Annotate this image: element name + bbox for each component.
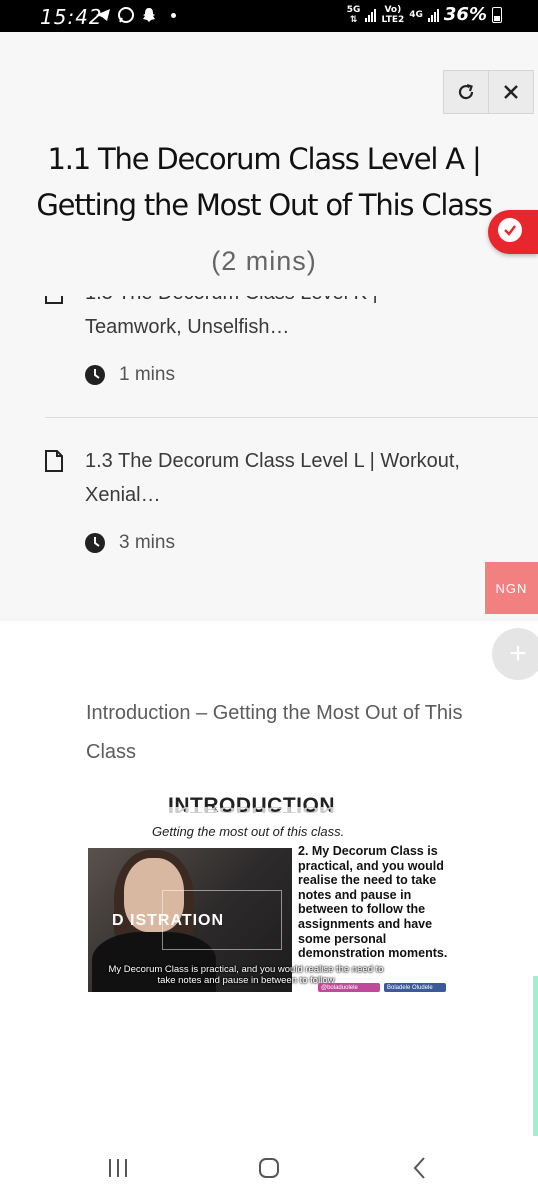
lesson-title-k-cont: Teamwork, Unselfish… xyxy=(85,316,290,338)
battery-percent: 36% xyxy=(443,4,487,25)
lesson-item-k[interactable]: 1.3 The Decorum Class Level K | Teamwork… xyxy=(45,296,538,396)
back-icon xyxy=(413,1157,425,1179)
5g-indicator: 5G ⇅ xyxy=(346,4,361,25)
telegram-icon xyxy=(96,9,110,21)
reload-button[interactable] xyxy=(443,70,489,114)
reload-icon xyxy=(458,83,474,100)
lesson-list: 1.3 The Decorum Class Level K | Teamwork… xyxy=(0,296,538,621)
snapchat-icon xyxy=(143,8,155,22)
navigation-bar xyxy=(0,1136,538,1200)
whatsapp-icon xyxy=(118,7,134,23)
lesson-title-l: 1.3 The Decorum Class Level L | Workout,… xyxy=(85,450,460,506)
lesson-header: 1.1 The Decorum Class Level A | Getting … xyxy=(0,32,538,296)
signal-bars-icon xyxy=(365,8,377,22)
thumbnail-title-reflection: INTRODUCTION xyxy=(168,804,335,814)
close-button[interactable] xyxy=(488,70,534,114)
intro-heading: Introduction – Getting the Most Out of T… xyxy=(86,702,463,763)
lesson-item-l[interactable]: 1.3 The Decorum Class Level L | Workout,… xyxy=(45,444,538,564)
lesson-title-k: 1.3 The Decorum Class Level K | xyxy=(85,296,378,310)
document-icon xyxy=(45,450,63,472)
checkmark-icon xyxy=(498,218,522,242)
battery-icon xyxy=(492,6,502,23)
lesson-duration-l: 3 mins xyxy=(85,532,175,554)
system-status: 5G ⇅ Vo) LTE2 4G 36% xyxy=(347,4,502,25)
currency-tab[interactable]: NGN xyxy=(485,562,538,614)
close-icon xyxy=(504,85,518,99)
instagram-handle: @boladuolele xyxy=(318,983,380,992)
recent-apps-button[interactable] xyxy=(103,1154,133,1182)
lesson-title: 1.1 The Decorum Class Level A | Getting … xyxy=(36,142,493,222)
thumbnail-point-text: 2. My Decorum Class is practical, and yo… xyxy=(298,844,448,961)
mark-complete-button[interactable] xyxy=(488,210,538,254)
plus-button[interactable]: + xyxy=(492,628,538,680)
plus-icon: + xyxy=(509,637,527,670)
divider xyxy=(45,417,538,418)
clock-icon xyxy=(85,365,105,385)
facebook-handle: Boladele Oludele xyxy=(384,983,446,992)
volte-indicator: Vo) LTE2 xyxy=(381,4,405,25)
intro-video-thumbnail[interactable]: INTRODUCTION INTRODUCTION Getting the mo… xyxy=(86,794,450,994)
more-notifications-dot xyxy=(171,12,176,18)
status-bar: 15:42 5G ⇅ Vo) LTE2 4G 36% xyxy=(0,0,538,32)
scroll-indicator xyxy=(533,976,538,1136)
thumbnail-subtitle: Getting the most out of this class. xyxy=(152,824,345,839)
back-button[interactable] xyxy=(405,1154,435,1182)
document-icon xyxy=(45,296,63,304)
home-button[interactable] xyxy=(254,1154,284,1182)
clock-icon xyxy=(85,533,105,553)
recent-apps-icon xyxy=(109,1159,127,1177)
lesson-duration-k: 1 mins xyxy=(85,364,175,386)
notification-icons xyxy=(94,6,176,24)
overlay-word: D ISTRATION xyxy=(112,912,225,929)
signal-bars-icon-2 xyxy=(427,8,439,22)
lesson-duration: (2 mins) xyxy=(211,246,317,276)
4g-indicator: 4G xyxy=(409,9,423,20)
home-icon xyxy=(259,1158,279,1178)
